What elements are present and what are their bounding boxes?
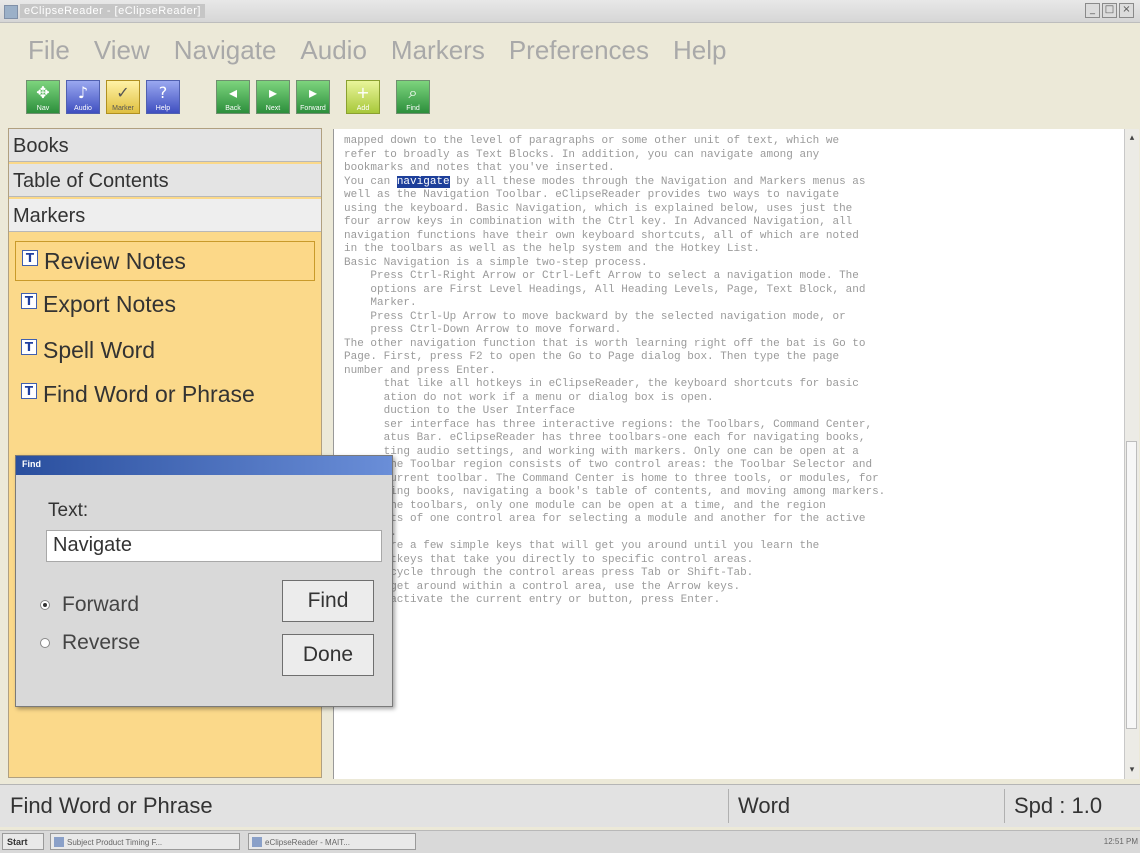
scroll-up-icon[interactable]: ▴ (1125, 131, 1139, 145)
window-title: eClipseReader - [eClipseReader] (20, 4, 205, 18)
navigate-icon: ✥ (36, 83, 50, 102)
document-view[interactable]: mapped down to the level of paragraphs o… (333, 129, 1139, 779)
vertical-scrollbar[interactable]: ▴ ▾ (1124, 129, 1139, 779)
start-button[interactable]: Start (2, 833, 44, 850)
menu-navigate[interactable]: Navigate (174, 30, 277, 70)
next-icon: ▸ (268, 83, 278, 102)
tab-markers[interactable]: Markers (9, 199, 321, 232)
title-bar: eClipseReader - [eClipseReader] _ □ × (0, 0, 1140, 23)
toolbar-nav-button[interactable]: ✥ Nav (26, 80, 60, 114)
toolbar-forward-button[interactable]: ▸ Forward (296, 80, 330, 114)
audio-icon: ♪ (77, 83, 89, 102)
maximize-button[interactable]: □ (1102, 3, 1117, 18)
radio-unselected-icon (40, 638, 50, 649)
document-text: mapped down to the level of paragraphs o… (344, 135, 886, 606)
menu-preferences[interactable]: Preferences (509, 30, 649, 70)
find-text-input[interactable]: Navigate (46, 530, 382, 562)
status-divider (1004, 789, 1005, 823)
menu-bar: File View Navigate Audio Markers Prefere… (28, 30, 727, 70)
marker-icon: ✓ (116, 83, 130, 102)
find-dialog: Find Text: Navigate Forward Reverse Find… (15, 455, 393, 707)
highlighted-word: navigate (396, 175, 450, 188)
window-icon (54, 837, 64, 847)
menu-help[interactable]: Help (673, 30, 726, 70)
close-button[interactable]: × (1119, 3, 1134, 18)
clock: 12:51 PM (1103, 837, 1138, 846)
toolbar-help-button[interactable]: ? Help (146, 80, 180, 114)
toolbar-add-button[interactable]: + Add (346, 80, 380, 114)
taskbar: Start Subject Product Timing F... eClips… (0, 830, 1140, 853)
toolbar-find-button[interactable]: ⌕ Find (396, 80, 430, 114)
forward-radio[interactable]: Forward (40, 593, 139, 617)
status-divider (728, 789, 729, 823)
menu-view[interactable]: View (94, 30, 150, 70)
tab-books[interactable]: Books (9, 129, 321, 162)
scrollbar-thumb[interactable] (1126, 441, 1137, 729)
toolbar-back-button[interactable]: ◂ Back (216, 80, 250, 114)
marker-item-export-notes[interactable]: T Export Notes (15, 285, 315, 325)
status-speed: Spd : 1.0 (1014, 793, 1103, 818)
text-label: Text: (48, 500, 89, 521)
dialog-title-bar: Find (16, 456, 392, 475)
window-controls: _ □ × (1085, 3, 1134, 18)
find-button[interactable]: Find (282, 580, 374, 622)
marker-item-review-notes[interactable]: T Review Notes (15, 241, 315, 281)
menu-markers[interactable]: Markers (391, 30, 485, 70)
status-module: Find Word or Phrase (10, 793, 213, 818)
status-mode: Word (738, 793, 791, 818)
text-icon: T (22, 250, 38, 266)
window-icon (252, 837, 262, 847)
forward-icon: ▸ (308, 83, 318, 102)
status-bar: Find Word or Phrase Word Spd : 1.0 (0, 784, 1140, 827)
scroll-down-icon[interactable]: ▾ (1125, 763, 1139, 777)
text-icon: T (21, 339, 37, 355)
back-icon: ◂ (228, 83, 238, 102)
toolbar-next-button[interactable]: ▸ Next (256, 80, 290, 114)
reverse-radio[interactable]: Reverse (40, 631, 140, 655)
menu-audio[interactable]: Audio (300, 30, 367, 70)
tab-table-of-contents[interactable]: Table of Contents (9, 164, 321, 197)
system-tray: 12:51 PM (1104, 833, 1138, 850)
done-button[interactable]: Done (282, 634, 374, 676)
taskbar-item-subject[interactable]: Subject Product Timing F... (50, 833, 240, 850)
marker-item-find-word[interactable]: T Find Word or Phrase (15, 375, 315, 415)
toolbar-marker-button[interactable]: ✓ Marker (106, 80, 140, 114)
minimize-button[interactable]: _ (1085, 3, 1100, 18)
text-icon: T (21, 383, 37, 399)
add-icon: + (356, 83, 370, 102)
toolbar-audio-button[interactable]: ♪ Audio (66, 80, 100, 114)
text-icon: T (21, 293, 37, 309)
help-icon: ? (158, 83, 168, 102)
find-icon: ⌕ (408, 83, 418, 102)
marker-item-spell-word[interactable]: T Spell Word (15, 331, 315, 371)
app-icon (4, 5, 18, 19)
taskbar-item-eclipsereader[interactable]: eClipseReader - MAIT... (248, 833, 416, 850)
radio-selected-icon (40, 600, 50, 611)
menu-file[interactable]: File (28, 30, 70, 70)
